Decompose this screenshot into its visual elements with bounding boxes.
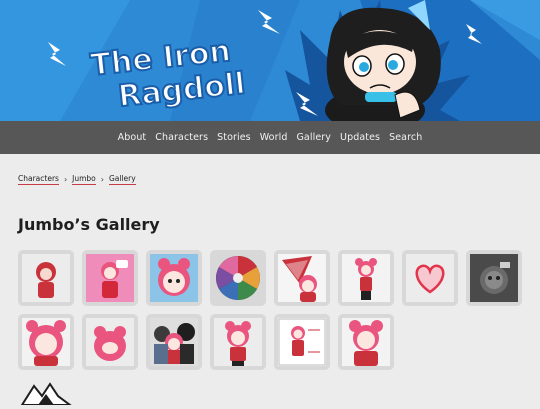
character-sketch-icon (22, 254, 70, 302)
site-banner: The Iron Ragdoll (0, 0, 540, 121)
gallery-thumb-9[interactable] (18, 314, 74, 370)
nav-about[interactable]: About (118, 132, 147, 143)
gallery-thumb-2[interactable] (82, 250, 138, 306)
breadcrumb: Characters › Jumbo › Gallery (18, 174, 136, 185)
nav-characters[interactable]: Characters (155, 132, 208, 143)
gallery-thumb-10[interactable] (82, 314, 138, 370)
banner-title: The Iron Ragdoll (88, 33, 248, 116)
banner-illustration: The Iron Ragdoll (0, 0, 540, 121)
gallery-thumb-12[interactable] (210, 314, 266, 370)
breadcrumb-separator: › (100, 175, 104, 184)
breadcrumb-characters[interactable]: Characters (18, 174, 59, 185)
gallery-thumb-7[interactable] (402, 250, 458, 306)
character-shy-icon (22, 318, 70, 366)
gallery-thumb-4[interactable] (210, 250, 266, 306)
nav-stories[interactable]: Stories (217, 132, 251, 143)
footer-logo-icon (20, 382, 73, 406)
breadcrumb-separator: › (63, 175, 68, 184)
character-pink-bg-icon (86, 254, 134, 302)
gallery-thumb-6[interactable] (338, 250, 394, 306)
gallery-thumb-3[interactable] (146, 250, 202, 306)
character-face-icon (150, 254, 198, 302)
character-chibi-icon (214, 318, 262, 366)
gallery-thumb-1[interactable] (18, 250, 74, 306)
nav-world[interactable]: World (260, 132, 288, 143)
breadcrumb-gallery[interactable]: Gallery (108, 174, 136, 185)
character-card-icon (278, 318, 326, 366)
page-title: Jumbo’s Gallery (18, 215, 160, 234)
heart-icon (406, 254, 454, 302)
nav-gallery[interactable]: Gallery (296, 132, 331, 143)
dark-photo-icon (470, 254, 518, 302)
gallery-thumb-11[interactable] (146, 314, 202, 370)
nav-updates[interactable]: Updates (340, 132, 380, 143)
gallery-thumb-13[interactable] (274, 314, 330, 370)
character-blob-icon (86, 318, 134, 366)
character-fan-icon (278, 254, 326, 302)
character-pose-icon (342, 318, 390, 366)
gallery-thumb-5[interactable] (274, 250, 330, 306)
main-nav: About Characters Stories World Gallery U… (0, 121, 540, 154)
nav-search[interactable]: Search (389, 132, 422, 143)
character-group-icon (150, 318, 198, 366)
character-standing-icon (342, 254, 390, 302)
gallery-thumb-8[interactable] (466, 250, 522, 306)
breadcrumb-jumbo[interactable]: Jumbo (72, 174, 96, 185)
color-wheel-icon (214, 254, 262, 302)
gallery-thumb-14[interactable] (338, 314, 394, 370)
